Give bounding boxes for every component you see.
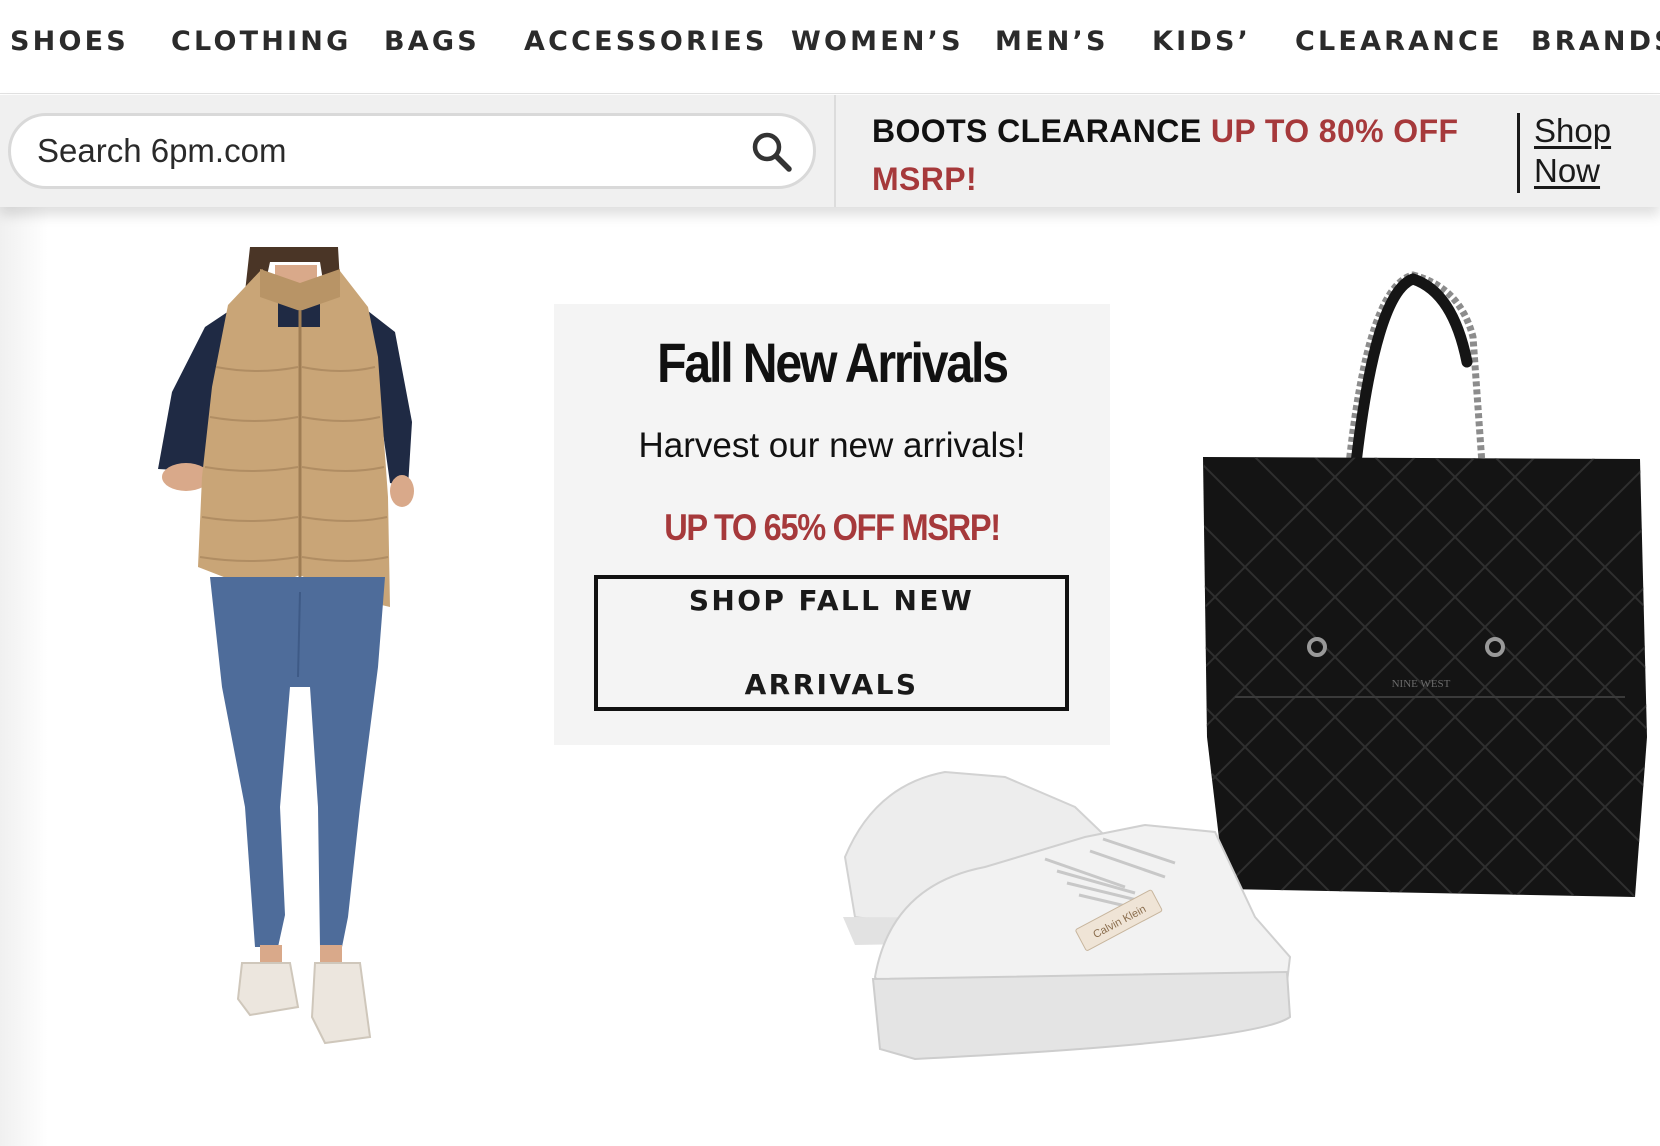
nav-item-clothing[interactable]: CLOTHING xyxy=(171,26,351,57)
promo-banner-text: BOOTS CLEARANCE UP TO 80% OFF MSRP! xyxy=(872,107,1492,203)
sneaker-image[interactable]: Calvin Klein xyxy=(835,767,1315,1087)
nav-item-shoes[interactable]: SHOES xyxy=(10,26,129,57)
promo-divider xyxy=(1517,113,1520,193)
shop-now-line2: Now xyxy=(1534,152,1601,189)
nav-item-bags[interactable]: BAGS xyxy=(384,26,480,57)
nav-item-accessories[interactable]: ACCESSORIES xyxy=(524,26,768,57)
nav-item-brands[interactable]: BRANDS xyxy=(1531,26,1660,57)
nav-item-kids[interactable]: KIDS’ xyxy=(1152,26,1251,57)
card-subtitle: Harvest our new arrivals! xyxy=(638,426,1026,465)
nav-item-womens[interactable]: WOMEN’S xyxy=(791,26,964,57)
bag-brand-label: NINE WEST xyxy=(1392,678,1451,690)
nav-item-mens[interactable]: MEN’S xyxy=(995,26,1109,57)
nav-item-clearance[interactable]: CLEARANCE xyxy=(1295,26,1503,57)
shop-now-link[interactable]: Shop Now xyxy=(1534,111,1624,191)
bar-divider xyxy=(834,95,836,207)
shop-now-line1: Shop xyxy=(1534,112,1612,149)
promo-lead: BOOTS CLEARANCE xyxy=(872,113,1211,149)
card-title: Fall New Arrivals xyxy=(657,331,1009,394)
button-line2: ARRIVALS xyxy=(744,668,919,701)
shop-fall-new-arrivals-button[interactable]: SHOP FALL NEW ARRIVALS xyxy=(594,575,1069,711)
model-image[interactable] xyxy=(150,247,450,1077)
top-nav: SHOES CLOTHING BAGS ACCESSORIES WOMEN’S … xyxy=(0,0,1660,94)
hero-section: Fall New Arrivals Harvest our new arriva… xyxy=(0,207,1660,1146)
search-box xyxy=(8,113,816,189)
card-discount: UP TO 65% OFF MSRP! xyxy=(664,507,1001,548)
fall-arrivals-card: Fall New Arrivals Harvest our new arriva… xyxy=(554,304,1110,745)
search-input[interactable] xyxy=(37,128,717,174)
search-promo-bar: BOOTS CLEARANCE UP TO 80% OFF MSRP! Shop… xyxy=(0,95,1660,207)
hero-edge xyxy=(0,207,48,1146)
search-icon[interactable] xyxy=(749,129,795,175)
button-line1: SHOP FALL NEW xyxy=(688,584,975,617)
